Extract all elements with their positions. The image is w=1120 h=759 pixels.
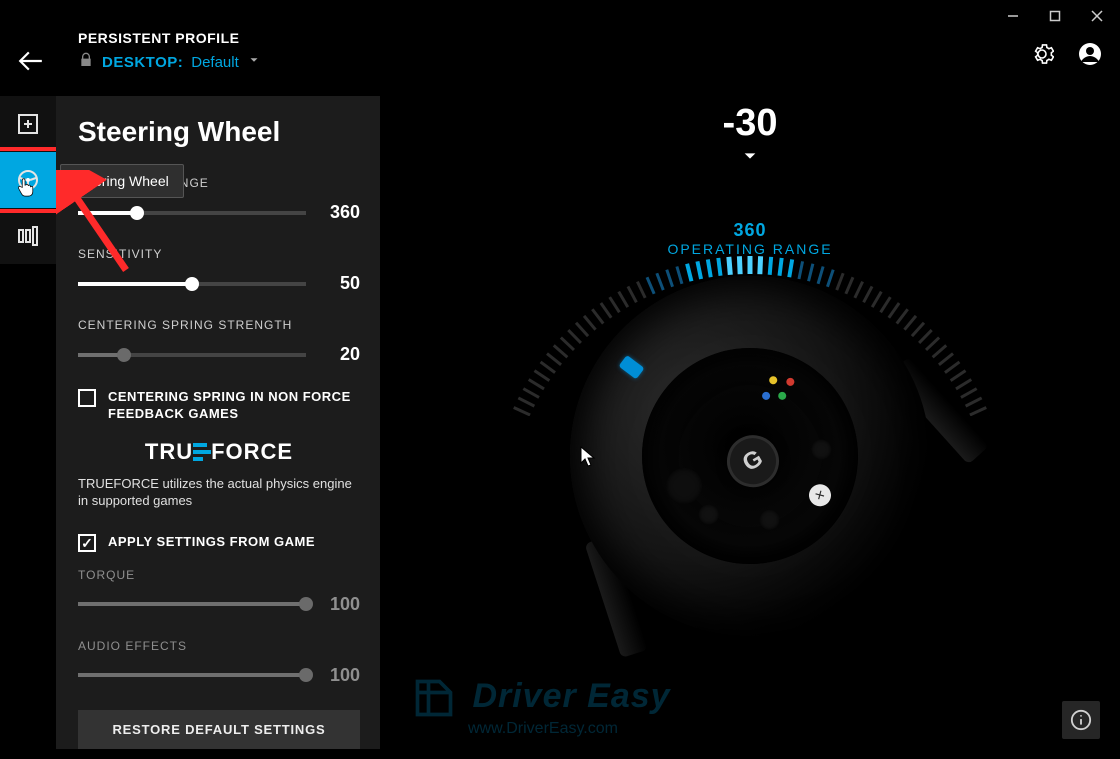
account-button[interactable] — [1078, 42, 1102, 71]
rail-pedals-button[interactable] — [0, 208, 56, 264]
settings-button[interactable] — [1030, 42, 1054, 71]
caret-down-icon — [742, 148, 758, 169]
watermark: Driver Easy www.DriverEasy.com — [412, 676, 671, 738]
lock-icon — [78, 52, 94, 73]
audio-control: AUDIO EFFECTS 100 — [78, 639, 360, 686]
operating-range-value: 360 — [320, 202, 360, 223]
sensitivity-value: 50 — [320, 273, 360, 294]
apply-from-game-checkbox[interactable] — [78, 534, 96, 552]
window-minimize-button[interactable] — [996, 4, 1030, 28]
centering-nonffb-checkbox[interactable] — [78, 389, 96, 407]
window-close-button[interactable] — [1080, 4, 1114, 28]
trueforce-logo-pre: TRU — [145, 439, 193, 464]
hand-cursor-icon — [14, 176, 36, 198]
trueforce-logo: TRU FORCE — [78, 439, 360, 465]
rail-add-button[interactable] — [0, 96, 56, 152]
profile-name: Default — [191, 54, 239, 71]
restore-defaults-button[interactable]: RESTORE DEFAULT SETTINGS — [78, 710, 360, 749]
sensitivity-slider[interactable] — [78, 282, 306, 286]
operating-range-slider[interactable] — [78, 211, 306, 215]
info-button[interactable] — [1062, 701, 1100, 739]
sensitivity-label: SENSITIVITY — [78, 247, 360, 261]
torque-label: TORQUE — [78, 568, 360, 582]
profile-title: PERSISTENT PROFILE — [78, 30, 261, 46]
centering-label: CENTERING SPRING STRENGTH — [78, 318, 360, 332]
watermark-url: www.DriverEasy.com — [468, 720, 671, 738]
visualizer: -30 360 OPERATING RANGE G ✕ Driver Easy … — [380, 96, 1120, 759]
audio-value: 100 — [320, 665, 360, 686]
audio-slider[interactable] — [78, 673, 306, 677]
back-button[interactable] — [18, 48, 44, 79]
angle-readout: -30 — [723, 102, 778, 145]
profile-selector[interactable]: DESKTOP: Default — [78, 52, 261, 73]
centering-slider[interactable] — [78, 353, 306, 357]
centering-value: 20 — [320, 344, 360, 365]
trueforce-description: TRUEFORCE utilizes the actual physics en… — [78, 475, 360, 510]
apply-from-game-label: APPLY SETTINGS FROM GAME — [108, 534, 315, 551]
profile-scope: DESKTOP: — [102, 54, 183, 71]
torque-control: TORQUE 100 — [78, 568, 360, 615]
torque-slider[interactable] — [78, 602, 306, 606]
watermark-brand: Driver Easy — [472, 677, 670, 715]
audio-label: AUDIO EFFECTS — [78, 639, 360, 653]
chevron-down-icon — [247, 53, 261, 72]
profile-header: PERSISTENT PROFILE DESKTOP: Default — [78, 30, 261, 73]
centering-nonffb-label: CENTERING SPRING IN NON FORCE FEEDBACK G… — [108, 389, 360, 423]
torque-value: 100 — [320, 594, 360, 615]
panel-title: Steering Wheel — [78, 116, 360, 148]
sensitivity-control: SENSITIVITY 50 — [78, 247, 360, 294]
trueforce-logo-post: FORCE — [211, 439, 293, 464]
centering-control: CENTERING SPRING STRENGTH 20 — [78, 318, 360, 365]
window-maximize-button[interactable] — [1038, 4, 1072, 28]
rail-tooltip: Steering Wheel — [60, 164, 184, 198]
